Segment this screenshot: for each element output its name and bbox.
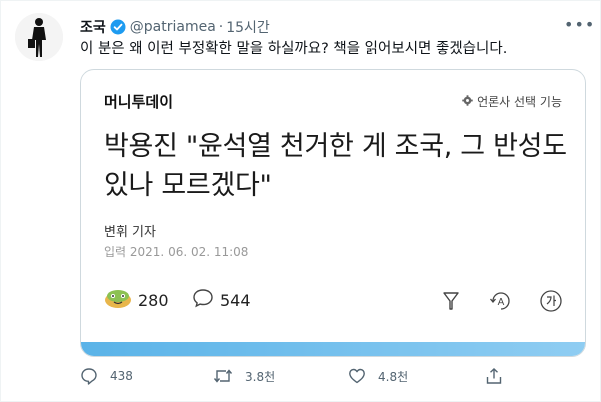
tweet-actions: 438 3.8천 4.8천 [80,367,520,391]
author-handle[interactable]: @patriamea [130,19,216,35]
like-button[interactable]: 4.8천 [348,367,408,385]
share-button[interactable] [485,367,503,385]
link-card[interactable]: 머니투데이 언론사 선택 기능 박용진 "윤석열 천거한 게 조국, 그 반성도… [80,69,586,357]
translate-icon[interactable]: A [488,288,514,314]
reaction-emoji-icon [104,288,132,312]
heart-icon [348,367,366,385]
card-reporter: 변휘 기자 [104,225,156,240]
card-preview: 머니투데이 언론사 선택 기능 박용진 "윤석열 천거한 게 조국, 그 반성도… [82,71,584,343]
retweet-button[interactable]: 3.8천 [213,367,275,385]
like-count: 4.8천 [378,369,409,384]
retweet-icon [213,367,233,385]
card-bottom-row: 280 544 A [104,286,564,316]
author-name[interactable]: 조국 [80,17,106,37]
share-icon [485,367,503,385]
publisher-select-label: 언론사 선택 기능 [477,95,562,109]
retweet-count: 3.8천 [245,369,276,384]
comment-bubble-icon [192,288,214,312]
tweet-time[interactable]: 15시간 [226,17,270,37]
verified-badge-icon [110,19,126,35]
reaction-button[interactable]: 280 [104,288,169,312]
font-size-icon[interactable] [438,288,464,314]
publisher-select-button[interactable]: 언론사 선택 기능 [462,93,562,110]
card-headline: 박용진 "윤석열 천거한 게 조국, 그 반성도 있나 모르겠다" [104,131,567,201]
separator-dot: · [218,19,224,35]
card-publisher: 머니투데이 [104,93,174,111]
reply-button[interactable]: 438 [80,367,133,385]
reply-icon [80,367,98,385]
reply-count: 438 [110,369,133,383]
card-date: 입력 2021. 06. 02. 11:08 [104,245,249,259]
comment-count: 544 [220,290,251,310]
more-options-icon[interactable]: ••• [564,15,594,37]
tweet[interactable]: 조국 @patriamea · 15시간 ••• 이 분은 왜 이런 부정확한 … [0,0,601,402]
reaction-count: 280 [138,290,169,310]
comment-button[interactable]: 544 [192,288,251,312]
text-size-icon[interactable] [538,288,564,314]
avatar[interactable] [15,13,63,61]
tweet-header: 조국 @patriamea · 15시간 [80,16,270,38]
tweet-text: 이 분은 왜 이런 부정확한 말을 하실까요? 책을 읽어보시면 좋겠습니다. [80,41,508,57]
svg-text:A: A [498,297,505,308]
gear-icon [462,94,473,109]
card-accent-bar [81,342,585,356]
